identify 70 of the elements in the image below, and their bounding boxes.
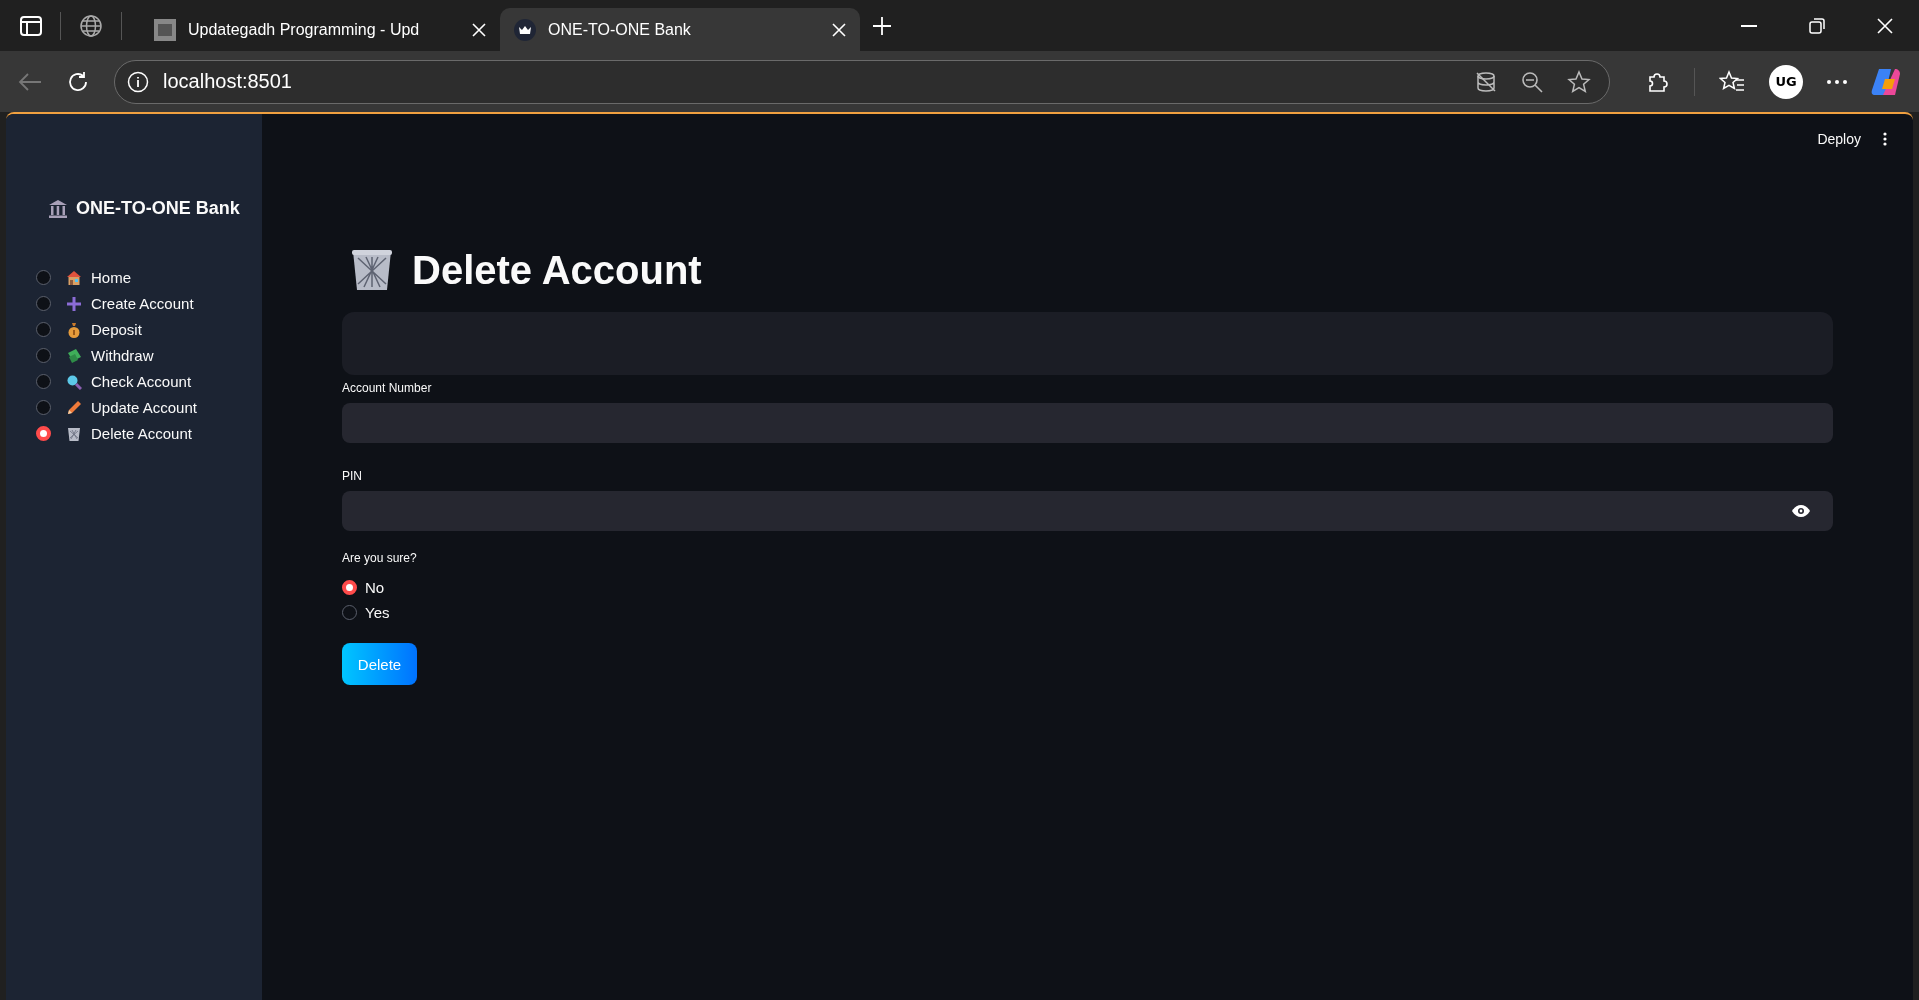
radio-button[interactable] bbox=[36, 348, 51, 363]
page-title: Delete Account bbox=[412, 247, 702, 293]
reload-icon[interactable] bbox=[66, 69, 90, 94]
eye-icon[interactable] bbox=[1791, 504, 1811, 518]
app-title: ONE-TO-ONE Bank bbox=[76, 198, 240, 219]
url-text: localhost:8501 bbox=[163, 70, 292, 93]
more-icon[interactable] bbox=[1827, 79, 1847, 84]
nav-label: Update Account bbox=[91, 399, 197, 416]
minimize-icon[interactable] bbox=[1741, 24, 1757, 27]
field-label: PIN bbox=[342, 469, 363, 483]
sidebar-toggle-icon[interactable] bbox=[20, 15, 42, 36]
close-icon[interactable] bbox=[1877, 17, 1893, 34]
nav-label: Create Account bbox=[91, 295, 194, 312]
bank-icon bbox=[48, 198, 68, 219]
question-label: Are you sure? bbox=[342, 551, 418, 565]
option-label: No bbox=[365, 579, 385, 596]
browser-tab[interactable]: Updategadh Programming - Upd bbox=[140, 8, 500, 51]
back-arrow-icon[interactable] bbox=[18, 71, 42, 92]
nav-label: Withdraw bbox=[91, 347, 154, 364]
nav-label: Deposit bbox=[91, 321, 142, 338]
close-icon[interactable] bbox=[832, 22, 846, 37]
nav-radio-item[interactable]: Delete Account bbox=[36, 425, 262, 442]
radio-button[interactable] bbox=[36, 426, 51, 441]
radio-button[interactable] bbox=[342, 580, 357, 595]
radio-button[interactable] bbox=[36, 296, 51, 311]
profile-avatar[interactable]: UG bbox=[1769, 64, 1803, 99]
magnifier-icon bbox=[66, 373, 82, 390]
radio-option[interactable]: No bbox=[342, 579, 1833, 596]
nav-radio-item[interactable]: Home bbox=[36, 269, 262, 286]
plus-icon bbox=[66, 295, 82, 312]
nav-radio-item[interactable]: Update Account bbox=[36, 399, 262, 416]
wastebasket-icon bbox=[66, 425, 82, 442]
restore-icon[interactable] bbox=[1809, 17, 1825, 34]
favorites-icon[interactable] bbox=[1719, 69, 1745, 94]
option-label: Yes bbox=[365, 604, 390, 621]
nav-label: Delete Account bbox=[91, 425, 192, 442]
nav-label: Check Account bbox=[91, 373, 192, 390]
house-icon bbox=[66, 269, 82, 286]
new-tab-icon[interactable] bbox=[872, 15, 892, 36]
deploy-button[interactable]: Deploy bbox=[1817, 127, 1861, 151]
nav-radio-item[interactable]: Withdraw bbox=[36, 347, 262, 364]
tab-title: ONE-TO-ONE Bank bbox=[548, 20, 692, 39]
pencil-icon bbox=[66, 399, 82, 416]
wastebasket-icon bbox=[350, 248, 394, 292]
globe-icon[interactable] bbox=[79, 13, 103, 38]
crown-icon bbox=[514, 18, 536, 41]
radio-button[interactable] bbox=[36, 270, 51, 285]
star-icon[interactable] bbox=[1567, 69, 1591, 94]
radio-button[interactable] bbox=[342, 605, 357, 620]
radio-option[interactable]: Yes bbox=[342, 604, 1833, 621]
close-icon[interactable] bbox=[472, 22, 486, 37]
input-field[interactable] bbox=[342, 491, 1833, 531]
zoom-out-icon[interactable] bbox=[1521, 70, 1543, 93]
address-bar[interactable]: localhost:8501 bbox=[114, 59, 1610, 104]
input-field[interactable] bbox=[342, 403, 1833, 443]
nav-radio-item[interactable]: Check Account bbox=[36, 373, 262, 390]
more-vertical-icon[interactable] bbox=[1883, 132, 1887, 146]
radio-button[interactable] bbox=[36, 400, 51, 415]
database-off-icon[interactable] bbox=[1475, 70, 1497, 93]
tab-title: Updategadh Programming - Upd bbox=[188, 20, 421, 39]
radio-button[interactable] bbox=[36, 374, 51, 389]
browser-tab[interactable]: ONE-TO-ONE Bank bbox=[500, 8, 860, 51]
radio-button[interactable] bbox=[36, 322, 51, 337]
nav-radio-item[interactable]: Deposit bbox=[36, 321, 262, 338]
info-icon bbox=[127, 70, 149, 93]
nav-label: Home bbox=[91, 269, 131, 286]
money-bag-icon bbox=[66, 321, 82, 338]
nav-radio-item[interactable]: Create Account bbox=[36, 295, 262, 312]
banknotes-icon bbox=[66, 347, 82, 364]
field-label: Account Number bbox=[342, 381, 433, 395]
